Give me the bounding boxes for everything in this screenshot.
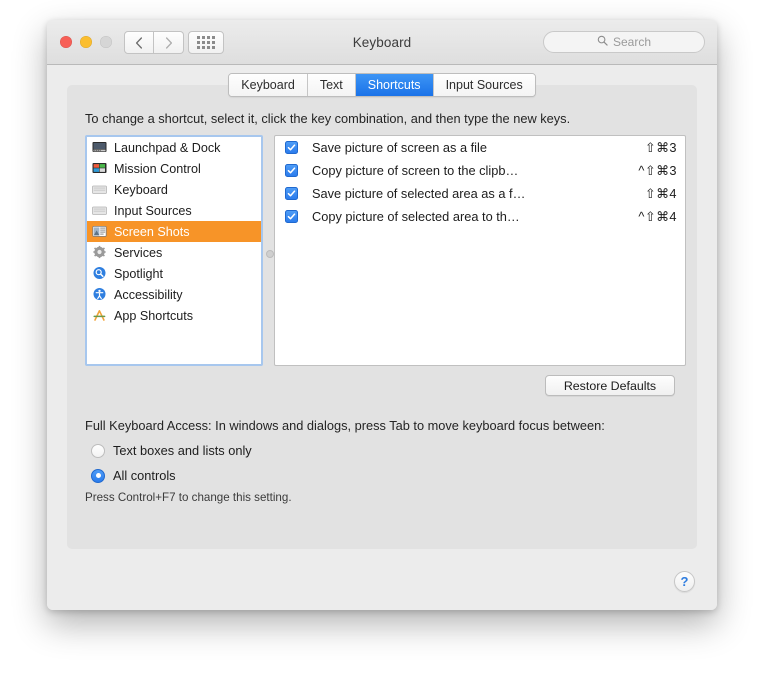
table-row[interactable]: Copy picture of screen to the clipb… ^⇧⌘… bbox=[275, 159, 685, 182]
shortcuts-list[interactable]: Save picture of screen as a file ⇧⌘3 Cop… bbox=[274, 135, 686, 366]
full-keyboard-access-label: Full Keyboard Access: In windows and dia… bbox=[85, 418, 605, 433]
shortcut-category-list[interactable]: Launchpad & Dock Mission Control Keyboar… bbox=[85, 135, 263, 366]
radio-label: Text boxes and lists only bbox=[113, 443, 252, 458]
shortcut-checkbox[interactable] bbox=[285, 164, 298, 177]
services-gear-icon bbox=[91, 245, 108, 260]
launchpad-dock-icon bbox=[91, 140, 108, 155]
tab-bar: Keyboard Text Shortcuts Input Sources bbox=[67, 73, 697, 97]
table-row[interactable]: Save picture of screen as a file ⇧⌘3 bbox=[275, 136, 685, 159]
shortcut-name: Save picture of screen as a file bbox=[312, 140, 487, 155]
splitter-knob-icon bbox=[265, 250, 274, 258]
sidebar-item-label: Keyboard bbox=[114, 182, 168, 197]
shortcut-name: Save picture of selected area as a f… bbox=[312, 186, 526, 201]
sidebar-item-accessibility[interactable]: Accessibility bbox=[87, 284, 261, 305]
shortcut-keys[interactable]: ^⇧⌘3 bbox=[638, 163, 677, 179]
radio-label: All controls bbox=[113, 468, 176, 483]
sidebar-item-label: Launchpad & Dock bbox=[114, 140, 221, 155]
sidebar-item-mission-control[interactable]: Mission Control bbox=[87, 158, 261, 179]
screen-shots-icon bbox=[91, 224, 108, 239]
search-placeholder: Search bbox=[612, 35, 652, 49]
shortcut-checkbox[interactable] bbox=[285, 210, 298, 223]
sidebar-item-label: Screen Shots bbox=[114, 224, 190, 239]
list-splitter[interactable] bbox=[265, 233, 274, 275]
sidebar-item-label: Mission Control bbox=[114, 161, 201, 176]
restore-defaults-button[interactable]: Restore Defaults bbox=[545, 375, 675, 396]
app-shortcuts-icon bbox=[91, 308, 108, 323]
shortcut-keys[interactable]: ^⇧⌘4 bbox=[638, 209, 677, 225]
accessibility-icon bbox=[91, 287, 108, 302]
screen: Keyboard Search Keyboard Text Shortcuts … bbox=[0, 0, 764, 681]
sidebar-item-app-shortcuts[interactable]: App Shortcuts bbox=[87, 305, 261, 326]
tab-text[interactable]: Text bbox=[307, 74, 356, 96]
full-keyboard-access-radio-group: Text boxes and lists only All controls bbox=[91, 438, 252, 488]
shortcut-keys[interactable]: ⇧⌘3 bbox=[645, 140, 677, 156]
sidebar-item-services[interactable]: Services bbox=[87, 242, 261, 263]
shortcut-checkbox[interactable] bbox=[285, 187, 298, 200]
radio-option-all-controls[interactable]: All controls bbox=[91, 463, 252, 488]
tab-input-sources[interactable]: Input Sources bbox=[433, 74, 535, 96]
sidebar-item-spotlight[interactable]: Spotlight bbox=[87, 263, 261, 284]
shortcut-keys[interactable]: ⇧⌘4 bbox=[645, 186, 677, 202]
radio-button[interactable] bbox=[91, 443, 105, 458]
keyboard-icon bbox=[91, 182, 108, 197]
preferences-panel: Keyboard Text Shortcuts Input Sources To… bbox=[67, 73, 697, 549]
tab-shortcuts[interactable]: Shortcuts bbox=[355, 74, 434, 96]
sidebar-item-label: Input Sources bbox=[114, 203, 192, 218]
table-row[interactable]: Copy picture of selected area to th… ^⇧⌘… bbox=[275, 205, 685, 228]
help-button[interactable]: ? bbox=[674, 571, 695, 592]
window-body: Keyboard Text Shortcuts Input Sources To… bbox=[47, 65, 717, 610]
shortcut-checkbox[interactable] bbox=[285, 141, 298, 154]
input-sources-icon bbox=[91, 203, 108, 218]
shortcut-name: Copy picture of screen to the clipb… bbox=[312, 163, 519, 178]
shortcut-name: Copy picture of selected area to th… bbox=[312, 209, 520, 224]
tab-strip: Keyboard Text Shortcuts Input Sources bbox=[228, 73, 536, 97]
spotlight-icon bbox=[91, 266, 108, 281]
tab-keyboard[interactable]: Keyboard bbox=[229, 74, 308, 96]
search-field[interactable]: Search bbox=[543, 31, 705, 53]
window-titlebar: Keyboard Search bbox=[47, 20, 717, 65]
system-preferences-window: Keyboard Search Keyboard Text Shortcuts … bbox=[47, 20, 717, 610]
instruction-text: To change a shortcut, select it, click t… bbox=[85, 111, 571, 126]
radio-option-text-boxes-and-lists[interactable]: Text boxes and lists only bbox=[91, 438, 252, 463]
sidebar-item-label: Accessibility bbox=[114, 287, 183, 302]
sidebar-item-input-sources[interactable]: Input Sources bbox=[87, 200, 261, 221]
table-row[interactable]: Save picture of selected area as a f… ⇧⌘… bbox=[275, 182, 685, 205]
radio-button[interactable] bbox=[91, 468, 105, 483]
sidebar-item-label: App Shortcuts bbox=[114, 308, 194, 323]
sidebar-item-label: Spotlight bbox=[114, 266, 164, 281]
sidebar-item-launchpad-dock[interactable]: Launchpad & Dock bbox=[87, 137, 261, 158]
sidebar-item-screen-shots[interactable]: Screen Shots bbox=[87, 221, 261, 242]
keyboard-access-footnote: Press Control+F7 to change this setting. bbox=[85, 491, 292, 504]
mission-control-icon bbox=[91, 161, 108, 176]
sidebar-item-keyboard[interactable]: Keyboard bbox=[87, 179, 261, 200]
search-icon bbox=[597, 33, 608, 51]
sidebar-item-label: Services bbox=[114, 245, 163, 260]
